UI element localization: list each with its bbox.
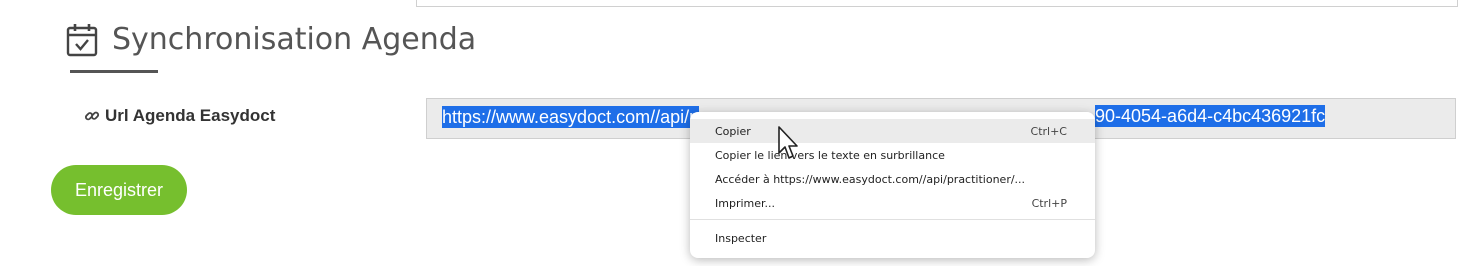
url-field-label-text: Url Agenda Easydoct [105, 106, 276, 125]
menu-item-go-to-url[interactable]: Accéder à https://www.easydoct.com//api/… [690, 167, 1095, 191]
menu-item-print-label: Imprimer... [715, 196, 776, 210]
page-title: Synchronisation Agenda [112, 22, 477, 57]
url-field-label: Url Agenda Easydoct [84, 106, 275, 126]
menu-item-print[interactable]: Imprimer... Ctrl+P [690, 191, 1095, 215]
section-header: Synchronisation Agenda [66, 22, 476, 57]
menu-item-inspect[interactable]: Inspecter [690, 226, 1095, 250]
menu-item-inspect-label: Inspecter [715, 231, 767, 245]
url-selected-text-end: 90-4054-a6d4-c4bc436921fc [1095, 105, 1326, 127]
link-icon [84, 111, 100, 121]
menu-item-copy-label: Copier [715, 124, 751, 138]
url-selected-text-end-wrap: 90-4054-a6d4-c4bc436921fc [1095, 105, 1326, 127]
menu-item-copy-link-highlight[interactable]: Copier le lien vers le texte en surbrill… [690, 143, 1095, 167]
menu-item-go-to-url-label: Accéder à https://www.easydoct.com//api/… [715, 172, 1026, 186]
menu-item-copy-shortcut: Ctrl+C [1030, 124, 1067, 138]
top-field-edge [416, 0, 1458, 7]
context-menu: Copier Ctrl+C Copier le lien vers le tex… [690, 112, 1095, 258]
menu-item-copy-link-highlight-label: Copier le lien vers le texte en surbrill… [715, 148, 945, 162]
menu-separator [690, 219, 1095, 220]
menu-item-print-shortcut: Ctrl+P [1031, 196, 1067, 210]
title-underline [70, 70, 158, 73]
url-selected-text-start: https://www.easydoct.com//api/p [442, 106, 700, 128]
calendar-check-icon [66, 23, 98, 56]
mouse-pointer-icon [778, 126, 798, 159]
save-button[interactable]: Enregistrer [51, 165, 187, 215]
menu-item-copy[interactable]: Copier Ctrl+C [690, 119, 1095, 143]
